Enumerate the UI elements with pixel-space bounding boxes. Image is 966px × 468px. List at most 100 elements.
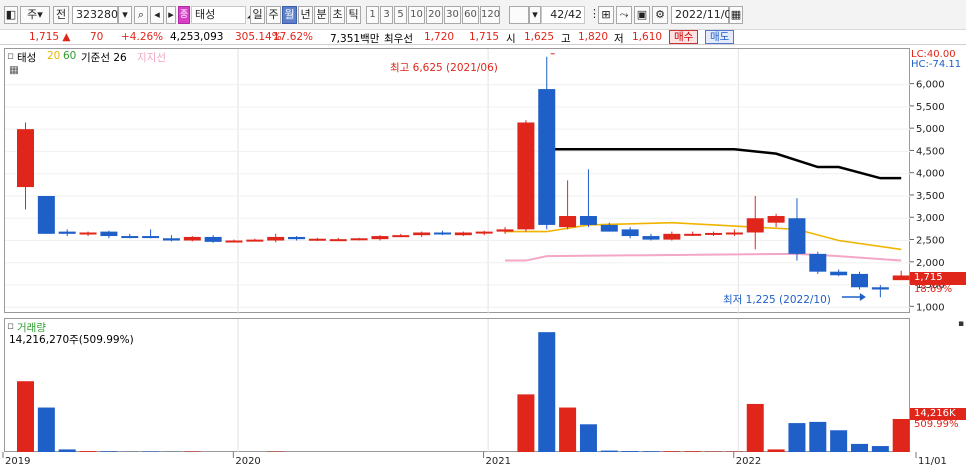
period-tab-4[interactable]: 분 <box>314 6 329 24</box>
quote-bar: 1,715 ▲ 70 +4.26% 4,253,093 305.14% 17.6… <box>0 30 966 45</box>
bid-price: 1,715 <box>469 31 500 43</box>
period-tab-2[interactable]: 월 <box>282 6 297 24</box>
ask-price: 1,720 <box>424 31 455 43</box>
interval-tab-2[interactable]: 5 <box>394 6 407 24</box>
high-label: 고 <box>561 33 571 45</box>
volume-bar <box>788 423 806 453</box>
next-stock-icon[interactable]: ▸ <box>166 6 176 24</box>
volume-chart-canvas <box>17 319 910 453</box>
date-tick-label: 2021 <box>486 456 511 467</box>
candle-body <box>788 218 806 254</box>
price-tick-label: 3,500 <box>916 191 945 202</box>
interval-tab-1[interactable]: 3 <box>380 6 393 24</box>
price-chart-canvas <box>5 49 911 314</box>
interval-tab-4[interactable]: 20 <box>426 6 443 24</box>
candle-body <box>851 273 868 288</box>
crosshair-icon[interactable]: ⊞ <box>598 6 614 24</box>
price-tick-label: 5,500 <box>916 102 945 113</box>
low-label: 저 <box>614 33 624 45</box>
type-select[interactable]: 주▾ <box>20 6 50 24</box>
interval-tab-3[interactable]: 10 <box>408 6 425 24</box>
legend-base-line: 기준선 26 <box>81 52 127 64</box>
save-icon[interactable]: ▣ <box>634 6 650 24</box>
candle-body <box>162 238 180 241</box>
candle-body <box>371 236 389 240</box>
volume-legend-value: 14,216,270주(509.99%) <box>9 334 134 346</box>
period-tab-0[interactable]: 일 <box>250 6 265 24</box>
candle-body <box>204 236 222 242</box>
candle-body <box>225 240 243 243</box>
candle-body <box>496 229 514 232</box>
toolbar: ◧ 주▾ 전 323280 ▾ ⌕ ◂ ▸ 종 태성 ◢ ▾ 42/42 ⋮ ⊞… <box>0 0 966 30</box>
trade-value: 7,351백만 <box>330 33 380 45</box>
custom-interval-dropdown-icon[interactable]: ▾ <box>529 6 541 24</box>
candle-body <box>121 236 139 239</box>
all-toggle[interactable]: 전 <box>53 6 69 24</box>
pane-collapse-icon[interactable]: ▪ <box>958 319 964 329</box>
candle-body <box>600 224 618 232</box>
buy-button[interactable]: 매수 <box>669 30 699 44</box>
candle-body <box>475 231 493 234</box>
candle-body <box>37 195 55 234</box>
code-input[interactable]: 323280 <box>72 6 118 24</box>
candle-body <box>517 122 535 230</box>
candle-body <box>579 216 597 225</box>
candle-body <box>830 271 848 276</box>
grid-toggle-icon[interactable]: ▦ <box>9 64 19 76</box>
window-icon[interactable]: ◧ <box>4 6 18 24</box>
period-tab-1[interactable]: 주 <box>266 6 281 24</box>
volume-bar <box>559 407 577 453</box>
open-price: 1,625 <box>524 31 555 43</box>
current-price-pct: 18.69% <box>914 284 953 295</box>
price-chart-pane[interactable]: ▫ 태성 20 60 기준선 26 지지선 ▦ 최고 6,625 (2021/0… <box>4 48 911 314</box>
prev-stock-icon[interactable]: ◂ <box>150 6 164 24</box>
candle-body <box>142 236 160 239</box>
candle-body <box>267 236 285 241</box>
price-tick-label: 1,000 <box>916 302 945 313</box>
code-dropdown-icon[interactable]: ▾ <box>118 6 132 24</box>
volume-bar <box>892 418 910 453</box>
legend-support-line: 지지선 <box>137 52 166 64</box>
price-tick-label: 5,000 <box>916 124 945 135</box>
date-field[interactable]: 2022/11/01 <box>671 6 738 24</box>
high-price: 1,820 <box>578 31 609 43</box>
best-bid-label: 최우선 <box>384 33 413 45</box>
period-tab-3[interactable]: 년 <box>298 6 313 24</box>
period-tab-5[interactable]: 초 <box>330 6 345 24</box>
candle-body <box>79 232 97 235</box>
price-tick-label: 2,000 <box>916 258 945 269</box>
volume-chart-pane[interactable]: ▫ 거래량 14,216,270주(509.99%) <box>4 318 910 453</box>
interval-tab-0[interactable]: 1 <box>366 6 379 24</box>
interval-tab-7[interactable]: 120 <box>480 6 500 24</box>
candle-body <box>350 238 368 241</box>
volume-bar <box>579 424 597 453</box>
volume-axis: 50,000K40,000K30,000K20,000K10,000K ▪ 14… <box>910 318 966 452</box>
low-annotation: 최저 1,225 (2022/10) <box>723 294 831 306</box>
calendar-icon[interactable]: ▦ <box>729 6 743 24</box>
settings-icon[interactable]: ⚙ <box>652 6 668 24</box>
period-tab-6[interactable]: 틱 <box>346 6 361 24</box>
volume-bar <box>538 332 556 453</box>
interval-tab-6[interactable]: 60 <box>462 6 479 24</box>
price-tick-label: 6,000 <box>916 80 945 91</box>
candle-body <box>621 229 639 237</box>
stock-name-field: 태성 <box>191 6 246 24</box>
date-axis: 2019 2020 2021 2022 11/01 <box>0 452 966 468</box>
candle-body <box>329 239 347 242</box>
market-badge: 종 <box>178 6 190 24</box>
date-tick-label: 11/01 <box>918 456 947 467</box>
legend-ma60: 60 <box>63 50 77 62</box>
custom-interval-field[interactable] <box>509 6 529 24</box>
sell-button[interactable]: 매도 <box>705 30 735 44</box>
candle-body <box>17 129 34 188</box>
search-icon[interactable]: ⌕ <box>134 6 148 24</box>
price-tick-label: 4,000 <box>916 169 945 180</box>
candle-body <box>100 231 118 237</box>
interval-tab-5[interactable]: 30 <box>444 6 461 24</box>
trend-tool-icon[interactable]: ⤳ <box>616 6 632 24</box>
legend-marker-icon: ▫ <box>7 50 15 62</box>
volume-bar <box>746 403 764 453</box>
candle-body <box>663 233 681 240</box>
candle-body <box>705 232 723 235</box>
current-price: 1,715 ▲ <box>29 31 71 43</box>
